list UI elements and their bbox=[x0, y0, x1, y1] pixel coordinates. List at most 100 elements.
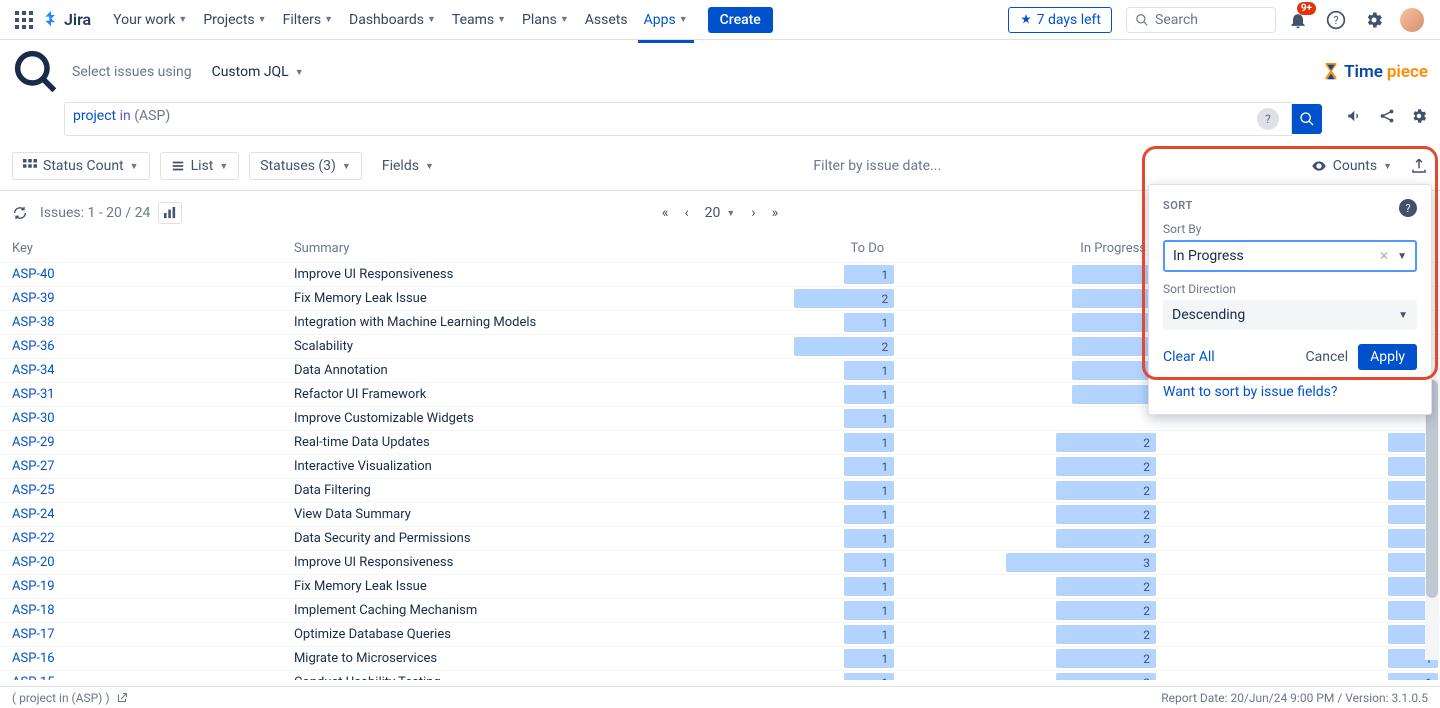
table-row: ASP-27Interactive Visualization121 bbox=[0, 455, 1440, 479]
todo-bar: 2 bbox=[794, 337, 894, 356]
sort-by-fields-link[interactable]: Want to sort by issue fields? bbox=[1163, 384, 1417, 400]
col-inprogress[interactable]: In Progress bbox=[896, 235, 1158, 263]
issue-key-link[interactable]: ASP-34 bbox=[12, 363, 55, 378]
todo-bar: 1 bbox=[844, 481, 894, 500]
footer-jql: ( project in (ASP) ) bbox=[12, 691, 110, 705]
issue-key-link[interactable]: ASP-17 bbox=[12, 627, 55, 642]
clear-all-link[interactable]: Clear All bbox=[1163, 349, 1215, 365]
nav-teams[interactable]: Teams ▼ bbox=[444, 8, 514, 32]
notif-badge: 9+ bbox=[1297, 2, 1316, 15]
date-filter-hint[interactable]: Filter by issue date... bbox=[454, 158, 1301, 174]
fields-dropdown[interactable]: Fields▼ bbox=[372, 153, 444, 179]
create-button[interactable]: Create bbox=[708, 7, 773, 33]
inprogress-bar: 2 bbox=[1056, 433, 1156, 452]
settings-icon[interactable] bbox=[1358, 4, 1390, 36]
chevron-down-icon: ▼ bbox=[1397, 251, 1407, 262]
issue-key-link[interactable]: ASP-16 bbox=[12, 651, 55, 666]
cancel-button[interactable]: Cancel bbox=[1305, 349, 1348, 365]
summary-cell: Refactor UI Framework bbox=[282, 383, 634, 407]
apply-button[interactable]: Apply bbox=[1358, 344, 1417, 370]
issue-key-link[interactable]: ASP-31 bbox=[12, 387, 55, 402]
inprogress-bar: 2 bbox=[1056, 505, 1156, 524]
jira-logo[interactable]: Jira bbox=[42, 10, 91, 29]
issue-key-link[interactable]: ASP-22 bbox=[12, 531, 55, 546]
col-key[interactable]: Key bbox=[0, 235, 282, 263]
issue-key-link[interactable]: ASP-18 bbox=[12, 603, 55, 618]
issue-key-link[interactable]: ASP-30 bbox=[12, 411, 55, 426]
global-search-input[interactable]: Search bbox=[1126, 7, 1276, 33]
sort-help-icon[interactable]: ? bbox=[1399, 199, 1417, 217]
page-size-dropdown[interactable]: 20 ▼ bbox=[705, 205, 736, 221]
todo-bar: 1 bbox=[844, 673, 894, 680]
nav-projects[interactable]: Projects ▼ bbox=[195, 8, 274, 32]
issue-range: Issues: 1 - 20 / 24 bbox=[40, 205, 150, 221]
sort-by-label: Sort By bbox=[1163, 222, 1417, 236]
jql-help-icon[interactable]: ? bbox=[1257, 108, 1279, 130]
run-query-button[interactable] bbox=[1292, 104, 1322, 134]
page-prev-icon[interactable]: ‹ bbox=[684, 205, 688, 221]
col-todo[interactable]: To Do bbox=[634, 235, 896, 263]
page-next-icon[interactable]: › bbox=[751, 205, 755, 221]
nav-dashboards[interactable]: Dashboards ▼ bbox=[341, 8, 444, 32]
issue-key-link[interactable]: ASP-19 bbox=[12, 579, 55, 594]
page-last-icon[interactable]: » bbox=[772, 205, 779, 221]
help-icon[interactable]: ? bbox=[1320, 4, 1352, 36]
summary-cell: Implement Caching Mechanism bbox=[282, 599, 634, 623]
summary-cell: Data Filtering bbox=[282, 479, 634, 503]
open-external-icon[interactable] bbox=[116, 692, 128, 704]
nav-assets[interactable]: Assets bbox=[577, 8, 636, 32]
magnifier-icon bbox=[12, 48, 60, 96]
summary-cell: Fix Memory Leak Issue bbox=[282, 575, 634, 599]
summary-cell: Migrate to Microservices bbox=[282, 647, 634, 671]
issue-key-link[interactable]: ASP-36 bbox=[12, 339, 55, 354]
issue-key-link[interactable]: ASP-24 bbox=[12, 507, 55, 522]
list-view-dropdown[interactable]: List▼ bbox=[160, 152, 240, 180]
share-icon[interactable] bbox=[1378, 107, 1396, 125]
issue-key-link[interactable]: ASP-39 bbox=[12, 291, 55, 306]
issue-key-link[interactable]: ASP-20 bbox=[12, 555, 55, 570]
todo-bar: 2 bbox=[794, 289, 894, 308]
inprogress-bar: 2 bbox=[1056, 481, 1156, 500]
issue-key-link[interactable]: ASP-27 bbox=[12, 459, 55, 474]
nav-your-work[interactable]: Your work ▼ bbox=[105, 8, 195, 32]
nav-filters[interactable]: Filters ▼ bbox=[275, 8, 341, 32]
issue-key-link[interactable]: ASP-25 bbox=[12, 483, 55, 498]
todo-bar: 1 bbox=[844, 457, 894, 476]
query-header: Select issues using Custom JQL ▼ Timepie… bbox=[0, 40, 1440, 96]
sort-by-select[interactable]: In Progress ✕ ▼ bbox=[1163, 240, 1417, 272]
statuses-filter[interactable]: Statuses (3)▼ bbox=[249, 152, 362, 180]
table-row: ASP-18Implement Caching Mechanism121 bbox=[0, 599, 1440, 623]
issue-key-link[interactable]: ASP-29 bbox=[12, 435, 55, 450]
status-count-dropdown[interactable]: Status Count▼ bbox=[12, 152, 150, 180]
counts-toggle[interactable]: Counts▼ bbox=[1311, 158, 1392, 174]
status-bar: ( project in (ASP) ) Report Date: 20/Jun… bbox=[0, 686, 1440, 708]
issue-key-link[interactable]: ASP-38 bbox=[12, 315, 55, 330]
summary-cell: Data Security and Permissions bbox=[282, 527, 634, 551]
export-icon[interactable] bbox=[1410, 157, 1428, 175]
nav-plans[interactable]: Plans ▼ bbox=[514, 8, 577, 32]
jql-mode-dropdown[interactable]: Custom JQL ▼ bbox=[202, 60, 314, 84]
todo-bar: 1 bbox=[844, 577, 894, 596]
issue-key-link[interactable]: ASP-15 bbox=[12, 675, 55, 680]
issue-key-link[interactable]: ASP-40 bbox=[12, 267, 55, 282]
todo-bar: 1 bbox=[844, 265, 894, 284]
table-row: ASP-17Optimize Database Queries121 bbox=[0, 623, 1440, 647]
table-row: ASP-20Improve UI Responsiveness131 bbox=[0, 551, 1440, 575]
trial-days-left[interactable]: 7 days left bbox=[1008, 7, 1112, 33]
chart-toggle-button[interactable] bbox=[158, 202, 182, 224]
inprogress-bar: 2 bbox=[1056, 529, 1156, 548]
sort-direction-select[interactable]: Descending ▼ bbox=[1163, 300, 1417, 330]
announce-icon[interactable] bbox=[1346, 107, 1364, 125]
refresh-icon[interactable] bbox=[12, 205, 28, 221]
clear-sortby-icon[interactable]: ✕ bbox=[1379, 249, 1389, 263]
jql-input[interactable]: project in (ASP) ? bbox=[64, 102, 1292, 136]
inprogress-bar: 2 bbox=[1056, 649, 1156, 668]
nav-apps[interactable]: Apps ▼ bbox=[636, 8, 696, 32]
table-row: ASP-15Conduct Usability Testing121 bbox=[0, 671, 1440, 681]
profile-avatar[interactable] bbox=[1396, 4, 1428, 36]
col-summary[interactable]: Summary bbox=[282, 235, 634, 263]
app-switcher-icon[interactable] bbox=[12, 8, 36, 32]
page-first-icon[interactable]: « bbox=[662, 205, 669, 221]
notifications-icon[interactable]: 9+ bbox=[1282, 4, 1314, 36]
app-settings-icon[interactable] bbox=[1410, 107, 1428, 125]
